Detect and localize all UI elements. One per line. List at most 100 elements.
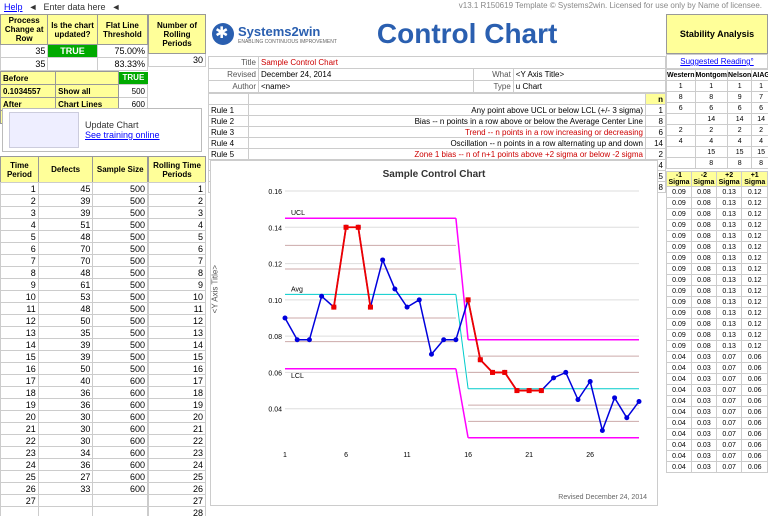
svg-text:UCL: UCL [291, 210, 305, 217]
src-cell: 2 [667, 125, 696, 136]
table-row[interactable]: 1936600 [1, 399, 148, 411]
table-row[interactable]: 1740600 [1, 375, 148, 387]
rule-n[interactable]: 8 [646, 116, 666, 127]
type-value[interactable]: u Chart [513, 81, 665, 93]
table-row[interactable]: 2334600 [1, 447, 148, 459]
table-row[interactable]: 2436600 [1, 459, 148, 471]
sigma-cell: 0.09 [667, 187, 692, 198]
before-label: Before [1, 72, 56, 85]
roll-row: 12 [149, 315, 206, 327]
src-cell: 9 [728, 92, 752, 103]
sigma-cell: 0.09 [667, 242, 692, 253]
sigma-cell: 0.13 [716, 319, 742, 330]
help-link[interactable]: Help [4, 2, 23, 12]
sigma-cell: 0.04 [667, 429, 692, 440]
table-row[interactable]: 2633600 [1, 483, 148, 495]
rule-text: Trend -- n points in a row increasing or… [249, 127, 646, 138]
table-row[interactable]: 1650500 [1, 363, 148, 375]
rule-n[interactable]: 6 [646, 127, 666, 138]
what-value[interactable]: <Y Axis Title> [513, 69, 665, 81]
rule-n[interactable]: 1 [646, 105, 666, 116]
sigma-cell: 0.04 [667, 363, 692, 374]
table-row[interactable]: 1539500 [1, 351, 148, 363]
src-cell: 4 [728, 136, 752, 147]
table-row[interactable]: 1439500 [1, 339, 148, 351]
table-row[interactable]: 2030600 [1, 411, 148, 423]
table-row[interactable]: 145500 [1, 183, 148, 195]
rule-n[interactable]: 2 [646, 149, 666, 160]
sigma-cell: 0.12 [742, 220, 768, 231]
table-row[interactable]: 2527600 [1, 471, 148, 483]
sigma-cell: 0.07 [716, 440, 742, 451]
src-cell: 6 [667, 103, 696, 114]
sigma-cell: 0.12 [742, 187, 768, 198]
process-pct-cell[interactable]: 83.33% [97, 58, 147, 71]
process-row-cell[interactable]: 35 [1, 58, 48, 71]
roll-row: 22 [149, 435, 206, 447]
col-defects: Defects [38, 157, 93, 183]
process-pct-cell[interactable]: 75.00% [97, 45, 147, 58]
roll-row: 28 [149, 507, 206, 516]
table-row[interactable]: 27 [1, 495, 148, 507]
sigma-cell: 0.13 [716, 286, 742, 297]
rule-text: Oscillation -- n points in a row alterna… [249, 138, 646, 149]
rolling-val[interactable]: 30 [149, 54, 206, 67]
table-row[interactable]: 848500 [1, 267, 148, 279]
process-col1: Process Change at Row [1, 15, 48, 45]
sigma-cell: 0.08 [691, 330, 716, 341]
sigma-cell: 0.06 [742, 396, 768, 407]
table-row[interactable]: 670500 [1, 243, 148, 255]
rules-n-header: n [646, 94, 666, 105]
sigma-cell: 0.08 [691, 220, 716, 231]
table-row[interactable]: 770500 [1, 255, 148, 267]
table-row[interactable]: 2130600 [1, 423, 148, 435]
rule-n[interactable]: 14 [646, 138, 666, 149]
src-cell: 1 [728, 81, 752, 92]
src-cell: 6 [695, 103, 728, 114]
sigma-cell: 0.09 [667, 286, 692, 297]
before-val[interactable]: 500 [119, 85, 148, 98]
sigma-cell: 0.13 [716, 308, 742, 319]
process-row-cell[interactable]: 35 [1, 45, 48, 58]
author-value[interactable]: <name> [259, 81, 474, 93]
sigma-cell: 0.09 [667, 209, 692, 220]
table-row[interactable]: 2230600 [1, 435, 148, 447]
sigma-cell: 0.03 [691, 352, 716, 363]
table-row[interactable]: 1836600 [1, 387, 148, 399]
table-row[interactable]: 339500 [1, 207, 148, 219]
table-row[interactable]: 1250500 [1, 315, 148, 327]
sigma-cell: 0.13 [716, 220, 742, 231]
table-row[interactable]: 1148500 [1, 303, 148, 315]
sigma-cell: 0.04 [667, 385, 692, 396]
src-cell: 1 [667, 81, 696, 92]
table-row[interactable] [1, 507, 148, 516]
sigma-cell: 0.09 [667, 198, 692, 209]
table-row[interactable]: 451500 [1, 219, 148, 231]
before-mid[interactable] [56, 72, 119, 85]
revised-value[interactable]: December 24, 2014 [259, 69, 474, 81]
sigma-cell: 0.08 [691, 319, 716, 330]
table-row[interactable]: 239500 [1, 195, 148, 207]
training-link[interactable]: See training online [85, 130, 160, 140]
roll-row: 19 [149, 399, 206, 411]
before-mid[interactable]: Show all [56, 85, 119, 98]
data-grid[interactable]: 1455002395003395004515005485006705007705… [0, 182, 148, 516]
col-sample: Sample Size [93, 157, 148, 183]
table-row[interactable]: 548500 [1, 231, 148, 243]
type-label: Type [473, 81, 513, 93]
suggested-reading-link[interactable]: Suggested Reading° [666, 54, 768, 69]
svg-text:26: 26 [586, 452, 594, 459]
table-row[interactable]: 1335500 [1, 327, 148, 339]
stability-panel: Stability Analysis Suggested Reading° We… [666, 14, 768, 473]
sigma-cell: 0.04 [667, 396, 692, 407]
before-val[interactable]: TRUE [119, 72, 148, 85]
roll-row: 2 [149, 195, 206, 207]
title-value[interactable]: Sample Control Chart [261, 58, 338, 67]
roll-time-label: Rolling Time Periods [149, 157, 206, 183]
svg-text:16: 16 [464, 452, 472, 459]
sigma-cell: 0.12 [742, 297, 768, 308]
table-row[interactable]: 1053500 [1, 291, 148, 303]
src-cell: 6 [728, 103, 752, 114]
table-row[interactable]: 961500 [1, 279, 148, 291]
src-cell: 6 [752, 103, 768, 114]
